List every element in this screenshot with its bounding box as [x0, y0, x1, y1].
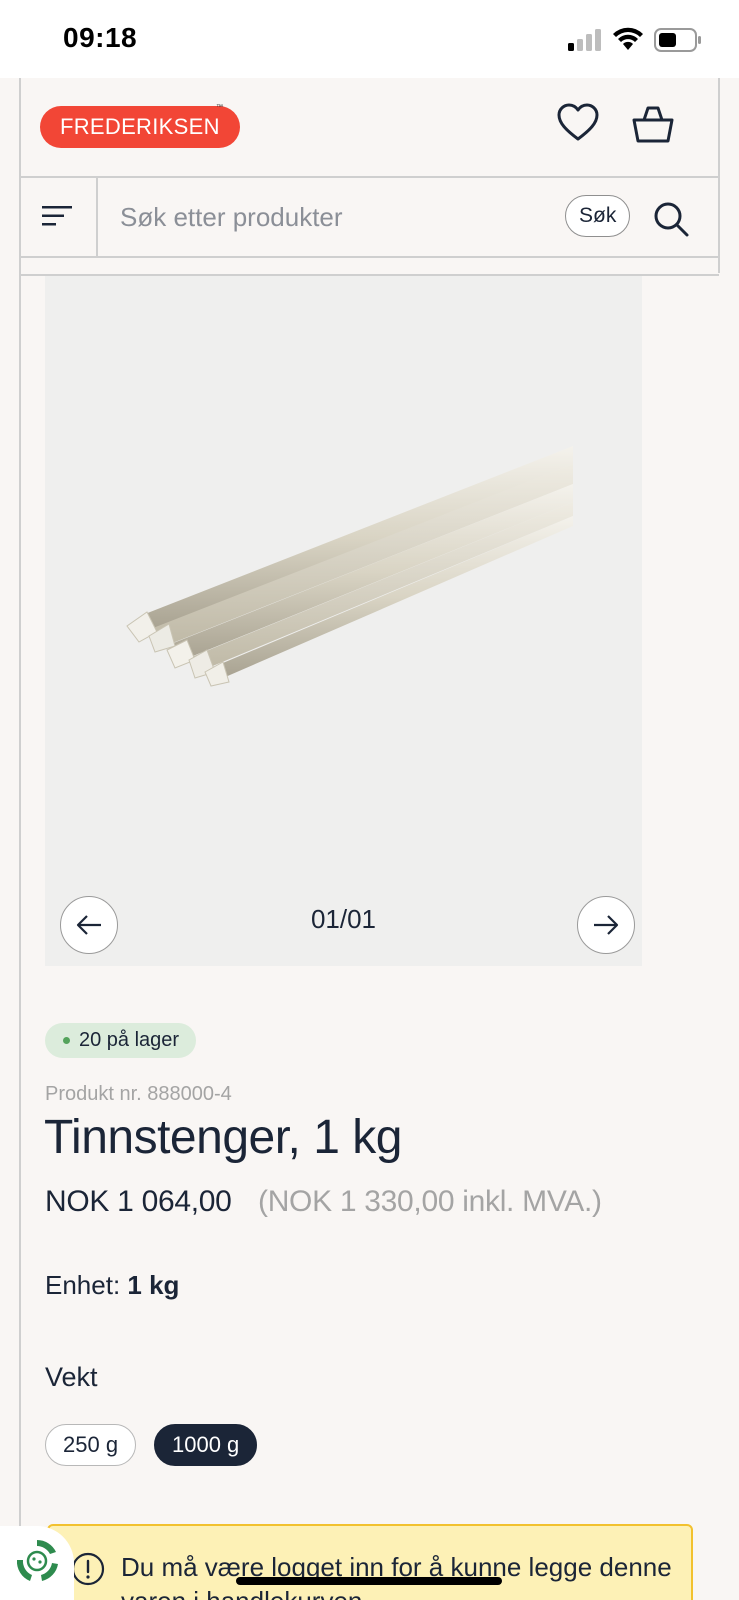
frame-border-left: [19, 78, 21, 1600]
unit-label: Enhet:: [45, 1270, 121, 1300]
trademark-mark: ™: [216, 104, 223, 111]
heart-icon[interactable]: [556, 102, 600, 144]
unit-value: 1 kg: [127, 1270, 180, 1300]
cellular-signal-icon: [568, 29, 601, 51]
home-indicator: [236, 1577, 502, 1585]
variant-option-1000g[interactable]: 1000 g: [154, 1424, 258, 1466]
arrow-right-icon: [594, 915, 619, 935]
search-bar: Søk: [20, 178, 719, 258]
battery-icon: [654, 28, 701, 52]
gallery-next-button[interactable]: [577, 896, 635, 954]
search-input[interactable]: [120, 194, 540, 240]
search-submit-button[interactable]: Søk: [565, 195, 631, 237]
stock-badge: 20 på lager: [45, 1023, 197, 1058]
stock-text: 20 på lager: [79, 1029, 180, 1051]
product-price: NOK 1 064,00: [45, 1185, 232, 1218]
product-price-incl-vat: (NOK 1 330,00 inkl. MVA.): [258, 1185, 602, 1218]
login-required-notice: Du må være logget inn for å kunne legge …: [47, 1524, 693, 1600]
eco-badge[interactable]: [0, 1526, 74, 1600]
wifi-icon: [613, 27, 643, 50]
basket-icon[interactable]: [632, 104, 674, 144]
stock-dot-icon: [63, 1037, 70, 1044]
product-image-tin-rods: [126, 446, 573, 687]
gallery-counter: 01/01: [310, 904, 377, 934]
filter-menu-button[interactable]: [20, 178, 98, 256]
product-title: Tinnstenger, 1 kg: [44, 1111, 402, 1164]
exclamation-circle-icon: [71, 1552, 105, 1586]
search-icon[interactable]: [652, 200, 690, 238]
variant-option-250g[interactable]: 250 g: [45, 1424, 137, 1466]
status-time: 09:18: [63, 22, 138, 53]
notice-text: Du må være logget inn for å kunne legge …: [121, 1552, 672, 1600]
product-unit: Enhet: 1 kg: [45, 1270, 179, 1301]
product-number: Produkt nr. 888000-4: [45, 1083, 232, 1105]
site-header: FREDERIKSEN ™: [20, 78, 719, 178]
recycle-icon: [16, 1540, 58, 1581]
variant-label: Vekt: [45, 1362, 98, 1392]
brand-logo[interactable]: FREDERIKSEN: [40, 106, 240, 148]
filter-lines-icon: [42, 206, 72, 226]
product-gallery: 01/01: [45, 276, 642, 966]
status-bar: 09:18: [0, 0, 739, 78]
